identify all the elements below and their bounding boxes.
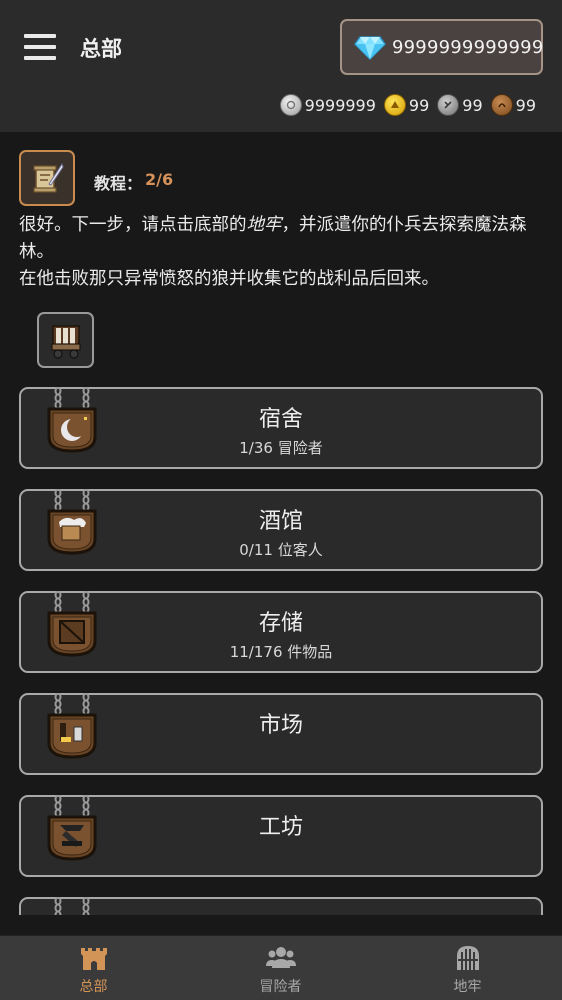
tutorial-text: 很好。下一步，请点击底部的地牢，并派遣你的仆兵去探索魔法森林。 在他击败那只异常… — [19, 212, 549, 293]
building-subtitle: 1/36 冒险者 — [239, 439, 323, 457]
nav-label: 总部 — [79, 979, 108, 995]
servant-cart-icon — [51, 325, 81, 359]
top-bar: 总部 9999999999999 9999999 99 99 99 — [0, 0, 562, 132]
diamond-icon — [354, 36, 386, 60]
building-sign-icon — [54, 897, 90, 915]
hamburger-menu-icon[interactable] — [24, 34, 56, 60]
nav-tab-headquarters[interactable]: 总部 — [0, 936, 187, 1000]
bronze-amount: 99 — [515, 95, 536, 115]
building-subtitle: 11/176 件物品 — [229, 643, 333, 661]
nav-label: 冒险者 — [259, 979, 302, 995]
nav-label: 地牢 — [453, 979, 482, 995]
building-list[interactable]: 宿舍 1/36 冒险者 酒馆 0/11 位客人 存储 11/176 件物品 市场… — [0, 380, 562, 915]
tutorial-text-dungeon-emphasis: 地牢 — [246, 215, 282, 235]
bottom-nav: 总部 冒险者 地牢 — [0, 935, 562, 1000]
gem-balance-button[interactable]: 9999999999999 — [340, 19, 543, 75]
building-name: 存储 — [258, 611, 303, 636]
gold-coin-icon — [383, 94, 406, 116]
building-name: 市场 — [258, 713, 303, 738]
currency-gold: 99 — [383, 94, 430, 116]
tutorial-step: 2/6 — [145, 170, 174, 189]
tutorial-label: 教程： — [94, 174, 143, 193]
currency-bronze: 99 — [490, 94, 536, 116]
tutorial-text-line2: 在他击败那只异常愤怒的狼并收集它的战利品后回来。 — [19, 269, 439, 289]
workshop-sign-icon — [47, 795, 97, 861]
grey-amount: 99 — [462, 95, 483, 115]
building-subtitle: 0/11 位客人 — [239, 541, 323, 559]
nav-tab-dungeon[interactable]: 地牢 — [374, 936, 561, 1000]
currency-grey: 99 — [437, 94, 483, 116]
tutorial-text-part1: 很好。下一步，请点击底部的 — [19, 215, 247, 235]
scroll-quill-icon — [33, 162, 64, 193]
servant-item-slot[interactable] — [37, 312, 94, 368]
market-sign-icon — [47, 693, 97, 759]
mug-sign-icon — [47, 489, 97, 555]
silver-amount: 9999999 — [304, 95, 376, 115]
grey-coin-icon — [437, 94, 460, 116]
building-name: 酒馆 — [258, 509, 303, 534]
group-icon — [266, 947, 296, 968]
currency-bar: 9999999 99 99 99 — [279, 92, 536, 118]
tutorial-scroll-button[interactable] — [19, 150, 75, 206]
silver-coin-icon — [279, 94, 302, 116]
bronze-coin-icon — [490, 94, 513, 116]
gem-amount: 9999999999999 — [392, 37, 544, 58]
building-name: 工坊 — [258, 815, 303, 840]
nav-tab-adventurers[interactable]: 冒险者 — [187, 936, 374, 1000]
building-name: 宿舍 — [258, 407, 303, 432]
currency-silver: 9999999 — [279, 94, 376, 116]
crate-sign-icon — [47, 591, 97, 657]
page-title: 总部 — [80, 37, 122, 61]
dungeon-gate-icon — [457, 946, 479, 970]
castle-icon — [81, 948, 107, 970]
gold-amount: 99 — [408, 95, 430, 115]
moon-sign-icon — [47, 387, 97, 453]
